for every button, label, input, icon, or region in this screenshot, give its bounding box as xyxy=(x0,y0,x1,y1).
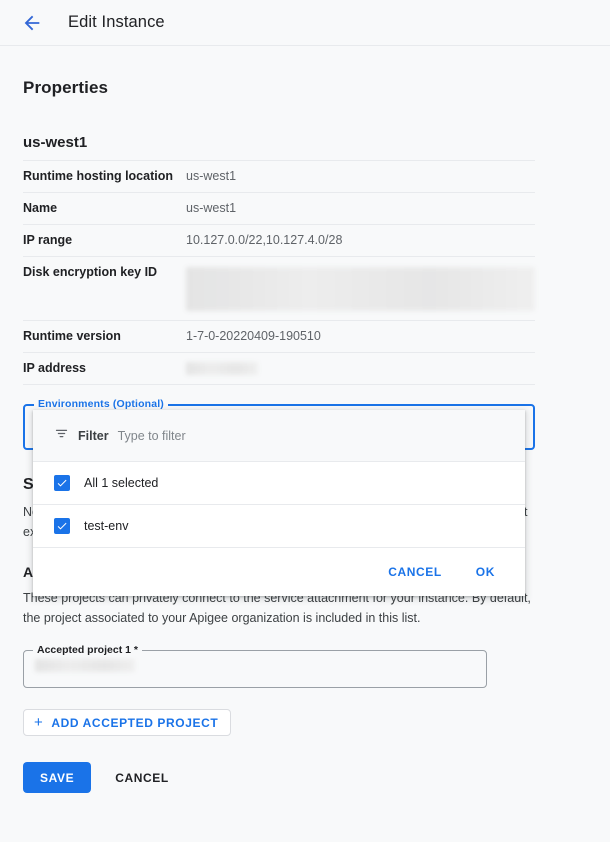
back-button[interactable] xyxy=(14,5,50,41)
plus-icon: + xyxy=(34,714,44,731)
property-key: Name xyxy=(23,192,186,225)
properties-table: Runtime hosting location us-west1 Name u… xyxy=(23,160,535,385)
property-value: us-west1 xyxy=(186,192,535,225)
table-row: Runtime version 1-7-0-20220409-190510 xyxy=(23,320,535,353)
dropdown-filter-input[interactable]: Type to filter xyxy=(118,429,186,443)
filter-icon xyxy=(54,426,69,446)
dropdown-filter-row[interactable]: Filter Type to filter xyxy=(33,410,525,462)
dropdown-filter-label: Filter xyxy=(78,428,109,443)
property-value-redacted xyxy=(186,256,535,321)
table-row: Runtime hosting location us-west1 xyxy=(23,160,535,193)
add-accepted-project-button[interactable]: + ADD ACCEPTED PROJECT xyxy=(23,709,232,736)
redacted-value-block xyxy=(186,362,258,375)
environments-select-label: Environments (Optional) xyxy=(34,398,168,410)
table-row: IP range 10.127.0.0/22,10.127.4.0/28 xyxy=(23,224,535,257)
checkbox-checked-icon[interactable] xyxy=(54,475,70,491)
accepted-project-1-label: Accepted project 1 * xyxy=(33,644,142,656)
property-value-redacted xyxy=(186,352,535,385)
table-row: IP address xyxy=(23,352,535,385)
property-key: IP range xyxy=(23,224,186,257)
form-actions: SAVE CANCEL xyxy=(23,762,587,793)
app-bar: Edit Instance xyxy=(0,0,610,46)
dropdown-cancel-button[interactable]: CANCEL xyxy=(380,559,450,585)
table-row: Disk encryption key ID xyxy=(23,256,535,321)
save-button[interactable]: SAVE xyxy=(23,762,92,793)
dropdown-option-all[interactable]: All 1 selected xyxy=(33,462,525,505)
dropdown-option-label: test-env xyxy=(84,519,129,533)
dropdown-ok-button[interactable]: OK xyxy=(468,559,503,585)
instance-name-heading: us-west1 xyxy=(23,134,88,151)
redacted-value-block xyxy=(35,659,135,672)
page-title: Edit Instance xyxy=(68,13,165,31)
property-value: us-west1 xyxy=(186,160,535,193)
property-value: 10.127.0.0/22,10.127.4.0/28 xyxy=(186,224,535,257)
table-row: Name us-west1 xyxy=(23,192,535,225)
property-key: Disk encryption key ID xyxy=(23,256,186,321)
arrow-back-icon xyxy=(21,12,43,34)
redacted-value-block xyxy=(186,267,535,311)
dropdown-actions: CANCEL OK xyxy=(33,548,525,596)
add-accepted-project-label: ADD ACCEPTED PROJECT xyxy=(51,715,219,730)
accepted-project-1-input[interactable]: Accepted project 1 * xyxy=(23,644,487,688)
properties-heading: Properties xyxy=(23,78,109,97)
dropdown-option-label: All 1 selected xyxy=(84,476,159,490)
property-key: Runtime version xyxy=(23,320,186,353)
properties-table-body: Runtime hosting location us-west1 Name u… xyxy=(23,160,535,385)
dropdown-option-test-env[interactable]: test-env xyxy=(33,505,525,548)
cancel-button[interactable]: CANCEL xyxy=(101,762,183,793)
property-key: Runtime hosting location xyxy=(23,160,186,193)
property-key: IP address xyxy=(23,352,186,385)
checkbox-checked-icon[interactable] xyxy=(54,518,70,534)
environments-dropdown-panel: Filter Type to filter All 1 selected tes… xyxy=(33,410,525,596)
property-value: 1-7-0-20220409-190510 xyxy=(186,320,535,353)
